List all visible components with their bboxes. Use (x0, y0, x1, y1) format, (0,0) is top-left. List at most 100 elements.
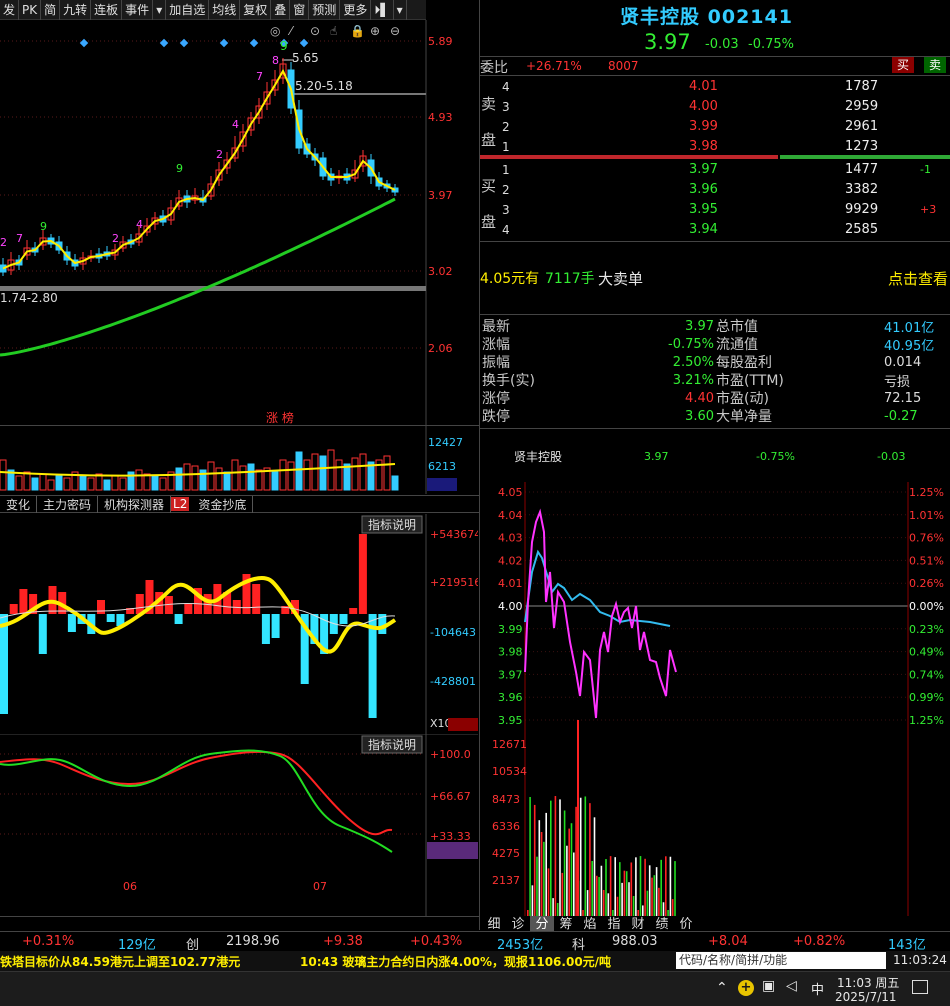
ticker-item: +9.38 (323, 934, 363, 949)
intraday-tabs: 细诊分筹焰指财绩价 (480, 916, 950, 933)
intraday-vol-bar (536, 856, 538, 916)
intraday-vol-bar (625, 871, 628, 916)
news-right[interactable]: 10:43 玻璃主力合约日内涨4.00%，现报1106.00元/吨 (300, 953, 611, 970)
toolbar-item-14[interactable]: ⏵▌ (371, 0, 394, 20)
chart-tool-icon[interactable]: ◎ (270, 24, 280, 38)
intraday-chart[interactable]: 4.05 1.25% 4.04 1.01% 4.03 0.76% 4.02 0.51% 4.01… (480, 482, 950, 916)
stat-value: 2.50% (672, 354, 714, 370)
vol-bar (63, 477, 71, 491)
price-axis-label: 3.96 (498, 691, 523, 704)
intraday-vol-bar (529, 797, 531, 916)
toolbar-item-5[interactable]: 事件 (122, 0, 154, 20)
toolbar-item-8[interactable]: 均线 (209, 0, 241, 20)
indicator-tab-4[interactable]: 资金抄底 (192, 495, 254, 513)
vol-bar (327, 449, 335, 491)
stat-label: 换手(实) (482, 373, 535, 389)
bid-row: 2 3.96 3382 (480, 180, 950, 199)
kdj-help-label: 指标说明 (368, 737, 416, 752)
kdj-chart[interactable]: 指标说明+100.0+66.67+33.33+21.140607 (0, 734, 478, 916)
flow-bar (174, 614, 183, 624)
toolbar-item-7[interactable]: 加自选 (166, 0, 210, 20)
intraday-vol-bar (579, 797, 582, 916)
intraday-vol-bar (577, 720, 579, 916)
intraday-vol-bar (651, 877, 653, 916)
indicator-tab-3[interactable]: L2 (171, 497, 190, 511)
indicator-tab-2[interactable]: 机构探测器 (98, 495, 172, 513)
price-axis-label: 4.93 (428, 111, 453, 124)
chart-tool-icon[interactable]: 🔒 (350, 24, 365, 38)
toolbar-item-15[interactable]: ▾ (394, 0, 407, 20)
price-axis-label: 4.03 (498, 532, 523, 545)
level-change: +3 (920, 203, 937, 216)
toolbar-item-0[interactable]: 发 (0, 0, 20, 20)
tray-notes-icon[interactable]: ▣ (762, 978, 775, 994)
vol-axis-label: 4275 (492, 847, 520, 860)
price-axis-label: 3.97 (498, 668, 523, 681)
stat-value: 3.21% (672, 372, 714, 388)
stat-label: 涨幅 (482, 337, 510, 353)
stat-label-2: 总市值 (716, 319, 758, 335)
price-axis-label: 4.04 (498, 509, 523, 522)
big-order-alert[interactable]: 4.05元有 7117手 大卖单 点击查看 (480, 268, 950, 290)
level-volume: 1273 (845, 139, 879, 154)
taskbar-time[interactable]: 11:03 周五 (837, 974, 899, 991)
vol-bar (207, 461, 215, 491)
vol-bar (159, 477, 167, 491)
vol-bar (279, 459, 287, 491)
news-left[interactable]: 铁塔目标价从84.59港元上调至102.77港元 (0, 953, 240, 970)
chart-tool-icon[interactable]: ⊖ (390, 24, 400, 38)
tray-chevron-icon[interactable]: ⌃ (716, 980, 728, 996)
volume-chart[interactable]: 124276213X100 (0, 426, 478, 494)
toolbar-item-1[interactable]: PK (19, 0, 42, 20)
buy-button[interactable]: 买 (892, 57, 914, 73)
intraday-vol-bar (547, 868, 550, 916)
vol-bar (119, 477, 127, 491)
chart-tool-icon[interactable]: ☝ (330, 24, 337, 38)
notification-icon[interactable] (912, 980, 928, 994)
td-count: 9 (176, 162, 183, 175)
ime-indicator[interactable]: 中 (811, 979, 824, 998)
search-input[interactable]: 代码/名称/简拼/功能 (676, 952, 886, 969)
price-axis-label: 3.95 (498, 714, 523, 727)
level-index: 3 (502, 202, 510, 217)
ask-row: 2 3.99 2961 (480, 117, 950, 136)
month-label: 07 (313, 880, 327, 893)
toolbar-item-4[interactable]: 连板 (91, 0, 123, 20)
flow-axis-label: +543674 (430, 528, 478, 541)
level-volume: 3382 (845, 182, 879, 197)
toolbar-item-6[interactable]: ▾ (153, 0, 167, 20)
intraday-vol-bar (660, 859, 662, 916)
toolbar-item-11[interactable]: 窗 (290, 0, 310, 20)
big-order-link[interactable]: 点击查看 (888, 268, 948, 289)
capital-flow-chart[interactable]: 指标说明+543674+219516-104643-428801X100 (0, 514, 478, 734)
toolbar-item-3[interactable]: 九转 (60, 0, 92, 20)
level-index: 4 (502, 79, 510, 94)
indicator-tab-0[interactable]: 变化 (0, 495, 38, 513)
indicator-tab-1[interactable]: 主力密码 (37, 495, 99, 513)
stat-value-2: 41.01亿 (884, 320, 935, 336)
ask-ratio-bar (480, 155, 778, 159)
kdj-axis-label: +100.0 (430, 748, 471, 761)
sell-button[interactable]: 卖 (924, 57, 946, 73)
toolbar-item-12[interactable]: 预测 (309, 0, 341, 20)
chart-tool-icon[interactable]: ⊙ (310, 24, 320, 38)
taskbar-date[interactable]: 2025/7/11 (835, 990, 897, 1004)
kline-chart[interactable]: 5.89 4.93 3.97 3.02 2.06 1.74-2.80 5.20-5.18 5.… (0, 20, 478, 425)
ma60-line (0, 197, 396, 357)
kdj-value-box (427, 842, 478, 859)
intraday-vol-bar (559, 799, 561, 916)
intraday-vol-bar (593, 817, 596, 916)
toolbar-item-13[interactable]: 更多 (340, 0, 372, 20)
intraday-vol-bar (531, 885, 534, 916)
volume-icon[interactable]: ◁ (786, 978, 797, 994)
toolbar-item-9[interactable]: 复权 (240, 0, 272, 20)
chart-tool-icon[interactable]: ⁄ (287, 24, 295, 38)
signal-marker (179, 38, 189, 48)
toolbar-item-2[interactable]: 简 (41, 0, 61, 20)
chart-toolbar: 发 PK 简九转 连板 事件 ▾ 加自选 均线 复权叠窗预测 更多 ⏵▌ ▾ (0, 0, 426, 20)
stat-value-2: 40.95亿 (884, 338, 935, 354)
chart-tool-icon[interactable]: ⊕ (370, 24, 380, 38)
intraday-vol-bar (621, 882, 623, 916)
tray-app-icon[interactable]: + (738, 980, 754, 996)
toolbar-item-10[interactable]: 叠 (271, 0, 291, 20)
